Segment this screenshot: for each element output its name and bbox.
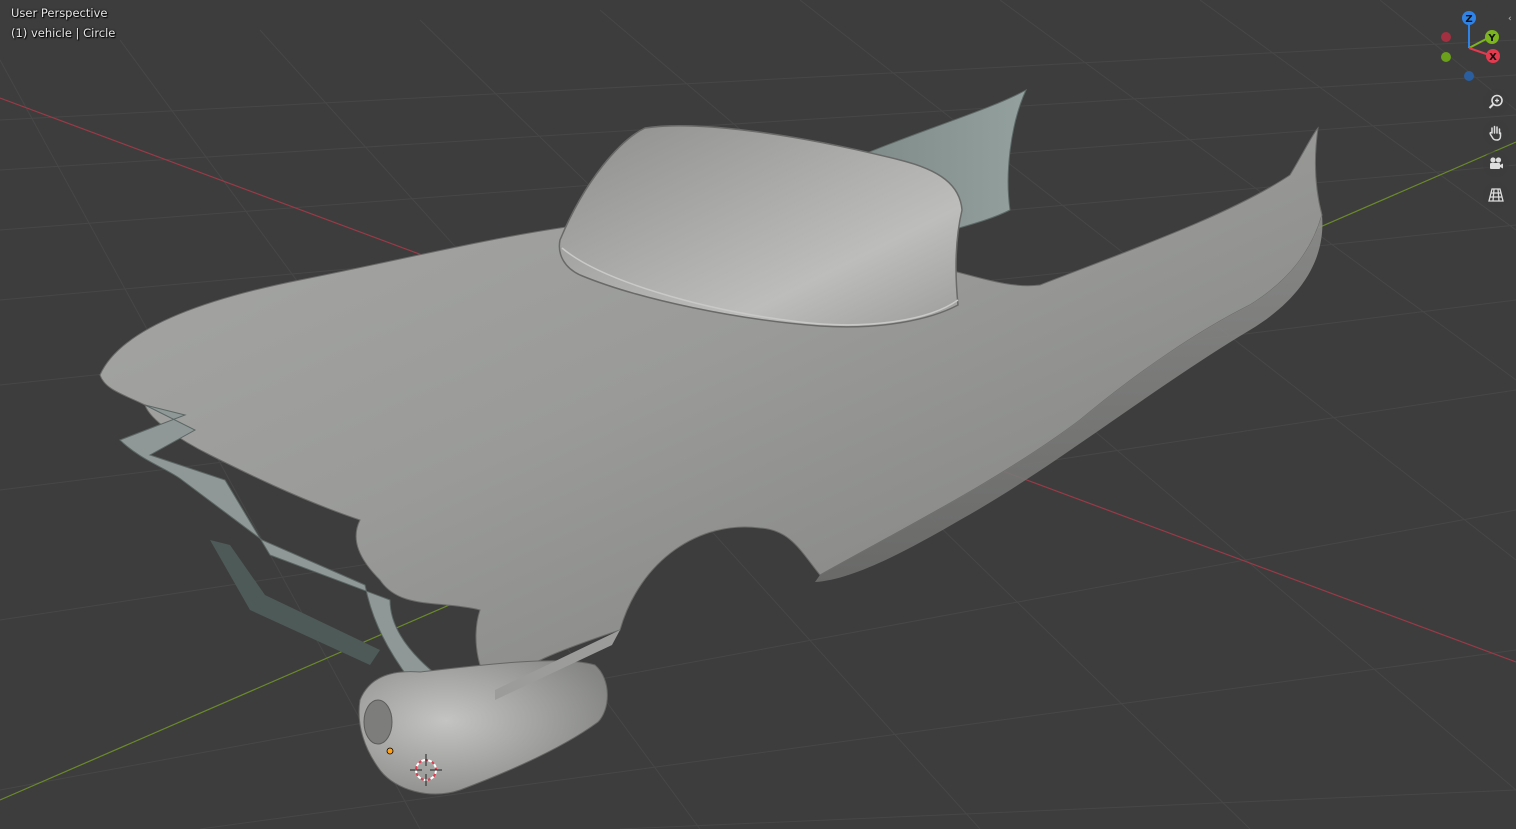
hand-pan-icon — [1489, 125, 1502, 141]
pan-button[interactable] — [1483, 120, 1509, 146]
svg-text:Y: Y — [1487, 33, 1496, 44]
gizmo-neg-z — [1464, 71, 1474, 81]
gizmo-neg-y — [1441, 52, 1451, 62]
zoom-button[interactable] — [1483, 89, 1509, 115]
3d-viewport[interactable]: User Perspective (1) vehicle | Circle Z … — [0, 0, 1516, 829]
svg-text:X: X — [1489, 52, 1497, 63]
zoom-icon — [1488, 94, 1503, 109]
svg-text:Z: Z — [1465, 14, 1472, 25]
chevron-left-icon[interactable]: ‹ — [1508, 12, 1516, 26]
object-origin — [386, 747, 394, 755]
front-bumper — [358, 660, 608, 795]
grid-perspective-icon — [1488, 188, 1504, 202]
perspective-toggle-button[interactable] — [1483, 182, 1509, 208]
gizmo-neg-x — [1441, 32, 1451, 42]
camera-icon — [1490, 157, 1503, 169]
active-object-label: (1) vehicle | Circle — [11, 26, 116, 40]
gizmo-axis-y[interactable]: Y — [1485, 30, 1499, 44]
scene-canvas[interactable] — [0, 0, 1516, 829]
gizmo-axis-z[interactable]: Z — [1462, 11, 1476, 25]
gizmo-axis-x[interactable]: X — [1486, 49, 1500, 63]
camera-view-button[interactable] — [1483, 151, 1509, 177]
view-name-label: User Perspective — [11, 6, 108, 20]
navigation-gizmo[interactable]: Z Y X — [1432, 6, 1506, 84]
